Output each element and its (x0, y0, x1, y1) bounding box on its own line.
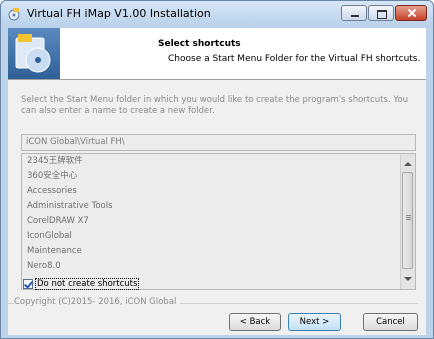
back-button[interactable]: < Back (229, 313, 281, 331)
wizard-header: Select shortcuts Choose a Start Menu Fol… (8, 28, 426, 80)
list-item[interactable]: Maintenance (22, 244, 415, 259)
cancel-button[interactable]: Cancel (363, 313, 418, 331)
scroll-down-arrow-icon[interactable] (404, 277, 412, 281)
no-shortcuts-checkbox[interactable] (23, 279, 33, 289)
header-subtitle: Choose a Start Menu Folder for the Virtu… (168, 54, 421, 64)
close-button[interactable] (395, 5, 427, 21)
list-item[interactable]: 2345王牌软件 (22, 154, 415, 169)
list-item[interactable]: IconGlobal (22, 229, 415, 244)
start-menu-folder-input[interactable]: iCON Global\Virtual FH\ (21, 134, 416, 151)
title-bar[interactable]: Virtual FH iMap V1.00 Installation (1, 1, 433, 27)
list-item[interactable]: Nero8.0 (22, 259, 415, 274)
list-item[interactable]: Administrative Tools (22, 199, 415, 214)
maximize-button[interactable] (368, 5, 394, 21)
scroll-thumb[interactable] (402, 172, 413, 269)
minimize-button[interactable] (341, 5, 367, 21)
checkmark-icon (24, 279, 33, 289)
install-disc-icon (15, 34, 51, 73)
scroll-grip-icon (406, 215, 411, 216)
branding-footer: Copyright (C)2015- 2016, iCON Global (8, 297, 426, 309)
start-menu-folder-list[interactable]: 2345王牌软件 360安全中心 Accessories Administrat… (21, 153, 416, 290)
list-item[interactable]: CorelDRAW X7 (22, 214, 415, 229)
next-button[interactable]: Next > (288, 313, 341, 331)
no-shortcuts-label[interactable]: Do not create shortcuts (35, 278, 140, 290)
installer-app-icon (8, 8, 20, 21)
list-item[interactable]: Accessories (22, 184, 415, 199)
installer-client-area: Select shortcuts Choose a Start Menu Fol… (8, 28, 426, 335)
list-item[interactable]: 360安全中心 (22, 169, 415, 184)
window-title: Virtual FH iMap V1.00 Installation (27, 7, 211, 20)
scroll-up-arrow-icon[interactable] (404, 162, 412, 166)
copyright-text: Copyright (C)2015- 2016, iCON Global (14, 297, 181, 307)
list-scrollbar[interactable] (400, 154, 415, 289)
header-title: Select shortcuts (158, 39, 241, 49)
installer-window: Virtual FH iMap V1.00 Installation Selec… (0, 0, 434, 339)
instruction-text: Select the Start Menu folder in which yo… (21, 95, 409, 116)
wizard-header-graphic (8, 28, 60, 79)
